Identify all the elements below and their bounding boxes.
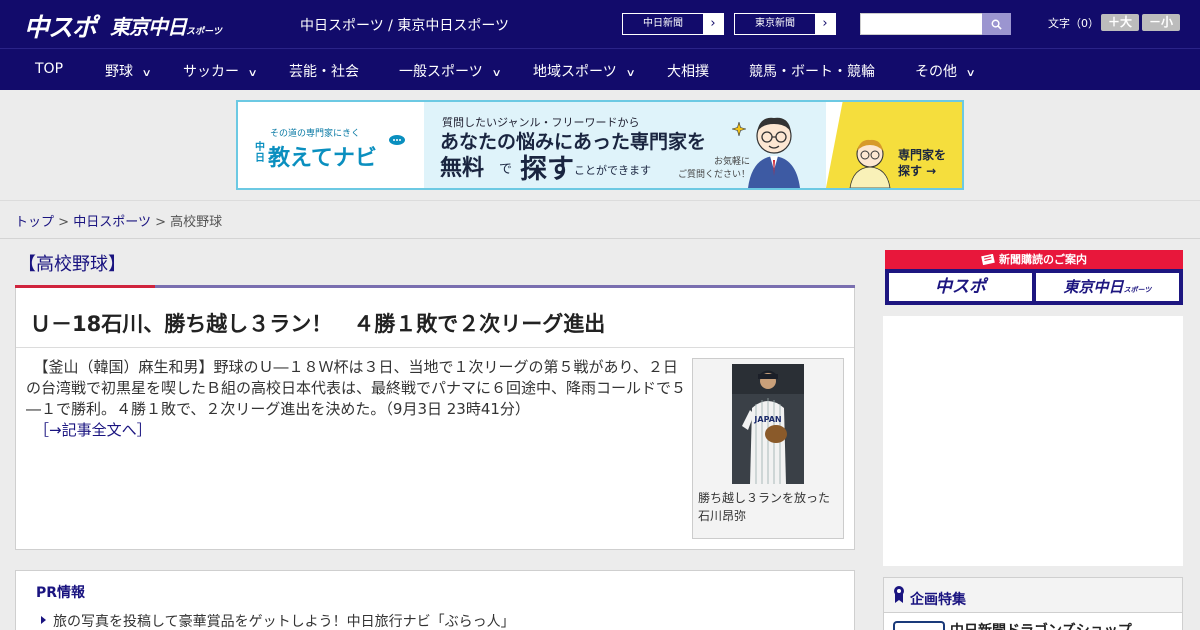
tokyo-logo-small: スポーツ (186, 27, 222, 37)
article-body: 【釜山（韓国）麻生和男】野球のＵ―１８Ｗ杯は３日、当地で１次リーグの第５戦があり… (26, 357, 686, 441)
breadcrumb-chunichi-sports[interactable]: 中日スポーツ (73, 215, 151, 230)
search-icon (991, 19, 1002, 30)
ribbon-icon (894, 586, 904, 603)
breadcrumb-current: 高校野球 (170, 215, 223, 230)
breadcrumb-separator: > (58, 215, 70, 230)
main-nav: TOP 野球 ∨ サッカー ∨ 芸能・社会 一般スポーツ ∨ 地域スポーツ ∨ 大相撲 … (0, 48, 1200, 90)
search-button[interactable] (982, 13, 1011, 35)
nav-label: サッカー (183, 64, 239, 80)
nav-item-racing[interactable]: 競馬・ボート・競輪 (749, 61, 875, 81)
banner-brand-panel: その道の専門家にきく 中日 教えてナビ (238, 102, 424, 188)
nav-item-top[interactable]: TOP (35, 61, 63, 77)
nav-item-entertainment[interactable]: 芸能・社会 (289, 61, 359, 81)
nav-item-local-sports[interactable]: 地域スポーツ ∨ (533, 61, 636, 81)
subscribe-tokyo-label: 東京中日 (1063, 278, 1124, 296)
subscribe-tokyo-chunichi-button[interactable]: 東京中日スポーツ (1036, 273, 1179, 301)
font-bigger-button[interactable]: ＋大 (1101, 14, 1139, 31)
feature-title: 企画特集 (910, 592, 966, 608)
sparkle-icon (732, 122, 746, 136)
chuspo-logo[interactable]: 中スポ (24, 8, 97, 44)
subscription-header: 新聞購読のご案内 (885, 250, 1183, 269)
chevron-right-icon: › (703, 14, 723, 34)
chunichi-shimbun-label: 中日新聞 (623, 14, 703, 34)
expert-illustration (748, 117, 800, 188)
banner-area: その道の専門家にきく 中日 教えてナビ 質問したいジャンル・フリーワードから あ… (0, 90, 1200, 200)
read-more-link[interactable]: ［→記事全文へ］ (34, 421, 152, 439)
chunichi-shimbun-link[interactable]: 中日新聞 › (622, 13, 724, 35)
banner-tagline: その道の専門家にきく (270, 129, 361, 139)
article-headline[interactable]: Ｕ－18石川、勝ち越し３ラン！ ４勝１敗で２次リーグ進出 (30, 308, 605, 338)
banner-cta-panel: 専門家を 探す → (826, 102, 962, 188)
nav-label: TOP (35, 61, 64, 77)
chevron-right-icon: › (815, 14, 835, 34)
chevron-down-icon: ∨ (141, 68, 152, 79)
bullet-arrow-icon (41, 616, 46, 624)
person-thinking-illustration (849, 139, 891, 188)
subscribe-tokyo-small: スポーツ (1123, 286, 1152, 294)
tokyo-chunichi-logo[interactable]: 東京中日スポーツ (110, 11, 222, 40)
nav-label: 競馬・ボート・競輪 (749, 64, 875, 80)
subscription-box: 新聞購読のご案内 中スポ 東京中日スポーツ (885, 250, 1183, 305)
chevron-down-icon: ∨ (247, 68, 258, 79)
banner-message-panel: 質問したいジャンル・フリーワードから あなたの悩みにあった専門家を 無料 で 探… (424, 102, 826, 188)
nav-label: 芸能・社会 (289, 64, 359, 80)
search-input[interactable] (860, 13, 983, 35)
article-top-accent (15, 285, 155, 288)
article-photo-box: JAPAN 勝ち越し３ランを放った石川昂弥 (692, 358, 844, 539)
banner-search: 探す (520, 154, 574, 185)
breadcrumb-top[interactable]: トップ (15, 215, 54, 230)
player-image: JAPAN (732, 364, 804, 484)
nav-item-general-sports[interactable]: 一般スポーツ ∨ (399, 61, 502, 81)
breadcrumb: トップ > 中日スポーツ > 高校野球 (0, 200, 1200, 239)
speech-bubble-icon (389, 135, 405, 145)
nav-label: 地域スポーツ (533, 64, 617, 80)
photo-caption: 勝ち越し３ランを放った石川昂弥 (698, 491, 831, 523)
banner-brand-prefix: 中日 (255, 142, 265, 164)
banner-free: 無料 (440, 156, 485, 181)
banner-can: ことができます (574, 164, 651, 177)
newspaper-icon (981, 253, 995, 266)
tokyo-shimbun-label: 東京新聞 (735, 14, 815, 34)
banner-note: お気軽に ご質問ください！ (678, 156, 750, 182)
jersey-text: JAPAN (753, 415, 781, 424)
chevron-down-icon: ∨ (625, 68, 636, 79)
nav-item-sumo[interactable]: 大相撲 (667, 61, 709, 81)
chevron-down-icon: ∨ (491, 68, 502, 79)
banner-cta-text: 専門家を 探す → (898, 148, 947, 178)
nav-label: 野球 (105, 64, 133, 80)
nav-label: その他 (915, 64, 957, 80)
dragons-shop-link[interactable]: 中日新聞ドラゴンズショップ (950, 620, 1132, 630)
top-header: 中スポ 東京中日スポーツ 中日スポーツ / 東京中日スポーツ 中日新聞 › 東京… (0, 0, 1200, 48)
subscribe-chuspo-button[interactable]: 中スポ (889, 273, 1032, 301)
nav-label: 一般スポーツ (399, 64, 483, 80)
nav-item-soccer[interactable]: サッカー ∨ (183, 61, 258, 81)
oshiete-navi-banner[interactable]: その道の専門家にきく 中日 教えてナビ 質問したいジャンル・フリーワードから あ… (236, 100, 964, 190)
subscription-header-text: 新聞購読のご案内 (999, 253, 1087, 266)
nav-item-baseball[interactable]: 野球 ∨ (105, 61, 152, 81)
banner-brand: 教えてナビ (268, 146, 377, 171)
tokyo-shimbun-link[interactable]: 東京新聞 › (734, 13, 836, 35)
banner-note-text: お気軽に ご質問ください！ (678, 157, 751, 180)
article-body-text: 【釜山（韓国）麻生和男】野球のＵ―１８Ｗ杯は３日、当地で１次リーグの第５戦があり… (26, 358, 687, 418)
player-photo[interactable]: JAPAN (732, 364, 804, 484)
dragons-shop-thumbnail[interactable] (893, 621, 945, 630)
nav-label: 大相撲 (667, 64, 709, 80)
pr-title: PR情報 (36, 585, 86, 601)
nav-item-other[interactable]: その他 ∨ (915, 61, 976, 81)
sidebar-ad-slot (883, 316, 1183, 566)
banner-cta[interactable]: 専門家を 探す → (898, 147, 946, 179)
category-title: 【高校野球】 (18, 254, 126, 275)
tokyo-logo-text: 東京中日 (110, 15, 187, 39)
headline-divider (16, 347, 854, 348)
banner-de: で (499, 162, 513, 177)
font-smaller-button[interactable]: －小 (1142, 14, 1180, 31)
chevron-down-icon: ∨ (965, 68, 976, 79)
font-size-label: 文字（0） (1048, 17, 1099, 30)
breadcrumb-separator: > (155, 215, 166, 230)
site-title: 中日スポーツ / 東京中日スポーツ (300, 18, 510, 34)
pr-item-link[interactable]: 旅の写真を投稿して豪華賞品をゲットしよう！中日旅行ナビ「ぶらっ人」 (53, 611, 515, 630)
